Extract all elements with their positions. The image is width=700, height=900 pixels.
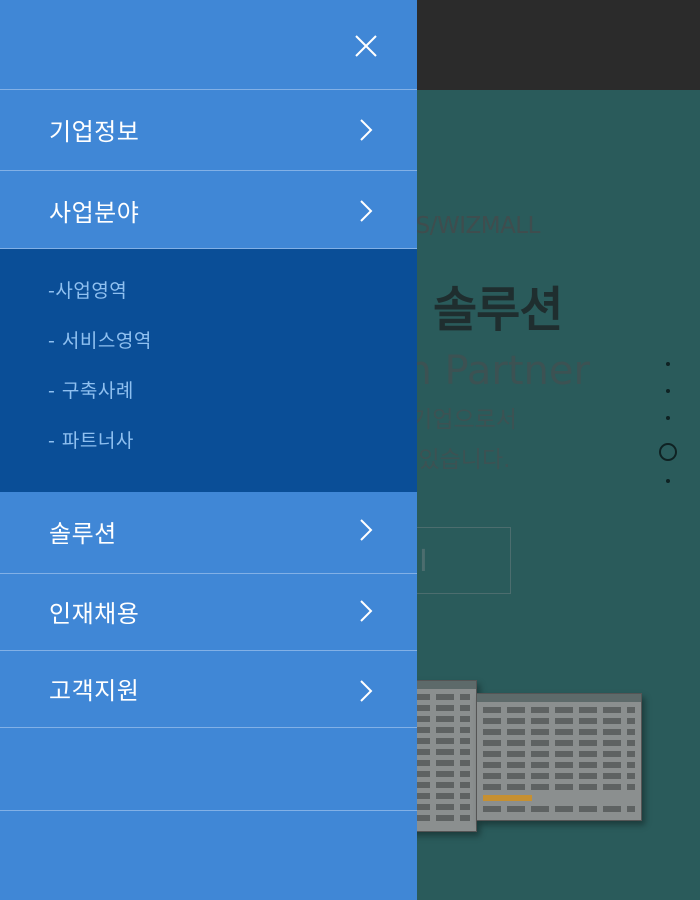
submenu-business-area: -사업영역 - 서비스영역 - 구축사례 - 파트너사 bbox=[0, 248, 417, 492]
menu-item-label: 고객지원 bbox=[49, 677, 140, 705]
menu-item-solution[interactable]: 솔루션 bbox=[0, 492, 417, 573]
menu-item-label: 사업분야 bbox=[49, 199, 140, 227]
submenu-item-business-scope[interactable]: -사업영역 bbox=[48, 276, 127, 303]
menu-item-label: 기업정보 bbox=[49, 118, 140, 146]
menu-item-recruitment[interactable]: 인재채용 bbox=[0, 573, 417, 650]
chevron-right-icon bbox=[360, 200, 373, 222]
chevron-right-icon bbox=[360, 119, 373, 141]
chevron-right-icon bbox=[360, 600, 373, 622]
chevron-right-icon bbox=[360, 519, 373, 541]
submenu-item-partners[interactable]: - 파트너사 bbox=[48, 426, 134, 453]
menu-item-company-info[interactable]: 기업정보 bbox=[0, 89, 417, 170]
menu-divider bbox=[0, 727, 417, 728]
side-drawer-menu: 기업정보 사업분야 -사업영역 - 서비스영역 - 구축사례 - 파트너사 솔루… bbox=[0, 0, 417, 900]
menu-item-business-area[interactable]: 사업분야 bbox=[0, 170, 417, 248]
chevron-right-icon bbox=[360, 680, 373, 702]
submenu-item-case-studies[interactable]: - 구축사례 bbox=[48, 376, 134, 403]
submenu-item-service-scope[interactable]: - 서비스영역 bbox=[48, 326, 152, 353]
menu-item-customer-support[interactable]: 고객지원 bbox=[0, 650, 417, 727]
menu-item-label: 솔루션 bbox=[49, 520, 117, 548]
menu-item-label: 인재채용 bbox=[49, 600, 140, 628]
menu-divider bbox=[0, 810, 417, 811]
close-icon[interactable] bbox=[351, 31, 381, 61]
